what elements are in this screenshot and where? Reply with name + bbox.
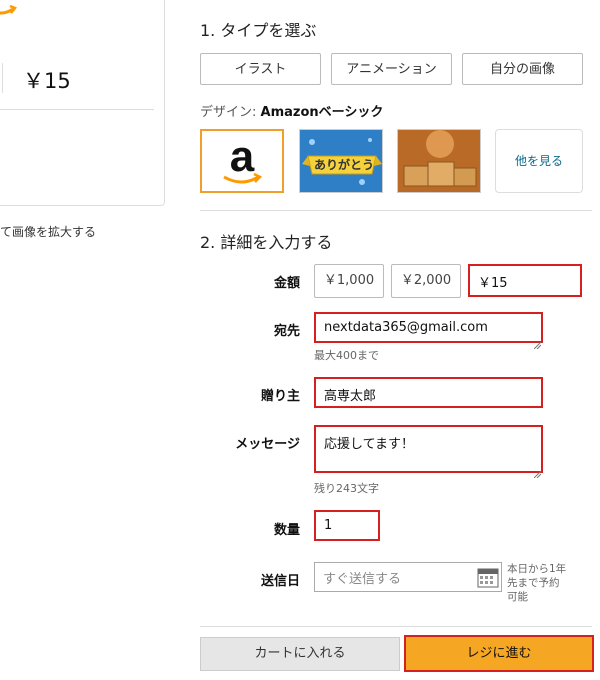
design-thumb-boxes[interactable] bbox=[397, 129, 481, 193]
proceed-to-checkout-button[interactable]: レジに進む bbox=[404, 635, 594, 672]
design-thumb-amazon[interactable]: a bbox=[200, 129, 284, 193]
amount-2000-button[interactable]: ￥2,000 bbox=[391, 264, 461, 298]
message-label: メッセージ bbox=[235, 437, 300, 452]
type-own-image-button[interactable]: 自分の画像 bbox=[462, 53, 583, 85]
design-thumb-arigatou[interactable]: ありがとう bbox=[299, 129, 383, 193]
amazon-logo-icon: a bbox=[223, 132, 263, 184]
resize-handle-icon[interactable] bbox=[533, 463, 542, 479]
arigatou-text: ありがとう bbox=[314, 158, 375, 172]
recipient-hint: 最大400まで bbox=[314, 349, 379, 362]
type-animation-button[interactable]: アニメーション bbox=[331, 53, 452, 85]
message-hint: 残り243文字 bbox=[314, 482, 379, 495]
svg-text:a: a bbox=[230, 132, 255, 181]
resize-handle-icon[interactable] bbox=[533, 334, 542, 350]
quantity-field[interactable]: 1 bbox=[314, 510, 380, 541]
zoom-hint[interactable]: て画像を拡大する bbox=[0, 223, 96, 240]
add-to-cart-button[interactable]: カートに入れる bbox=[200, 637, 400, 671]
type-illustration-button[interactable]: イラスト bbox=[200, 53, 321, 85]
message-field[interactable]: 応援してます！ bbox=[314, 425, 543, 473]
amazon-logo bbox=[0, 0, 19, 19]
step1-title: 1. タイプを選ぶ bbox=[200, 21, 317, 40]
recipient-email-field[interactable]: nextdata365@gmail.com bbox=[314, 312, 543, 343]
send-date-field[interactable]: すぐ送信する bbox=[314, 562, 502, 592]
quantity-label: 数量 bbox=[273, 523, 300, 538]
gift-card-preview: ￥15 bbox=[0, 0, 165, 206]
sender-name-field[interactable]: 高専太郎 bbox=[314, 377, 543, 408]
amount-1000-button[interactable]: ￥1,000 bbox=[314, 264, 384, 298]
step2-title: 2. 詳細を入力する bbox=[200, 233, 333, 252]
design-value: Amazonベーシック bbox=[260, 105, 384, 120]
send-date-label: 送信日 bbox=[260, 574, 300, 589]
recipient-label: 宛先 bbox=[273, 324, 300, 339]
see-more-designs-link[interactable]: 他を見る bbox=[495, 129, 583, 193]
amount-label: 金額 bbox=[273, 276, 300, 291]
section-divider bbox=[200, 626, 592, 627]
calendar-icon[interactable] bbox=[477, 566, 499, 588]
design-line: デザイン: Amazonベーシック bbox=[200, 101, 383, 120]
section-divider bbox=[200, 210, 592, 211]
preview-divider bbox=[0, 109, 154, 110]
send-date-hint: 本日から1年先まで予約可能 bbox=[507, 563, 567, 603]
preview-amount: ￥15 bbox=[23, 69, 71, 93]
boxes-illustration-icon bbox=[398, 130, 480, 192]
preview-divider bbox=[2, 63, 3, 93]
custom-amount-input[interactable]: ￥15 bbox=[468, 264, 582, 297]
sender-label: 贈り主 bbox=[260, 389, 300, 404]
design-label: デザイン: bbox=[200, 105, 257, 120]
